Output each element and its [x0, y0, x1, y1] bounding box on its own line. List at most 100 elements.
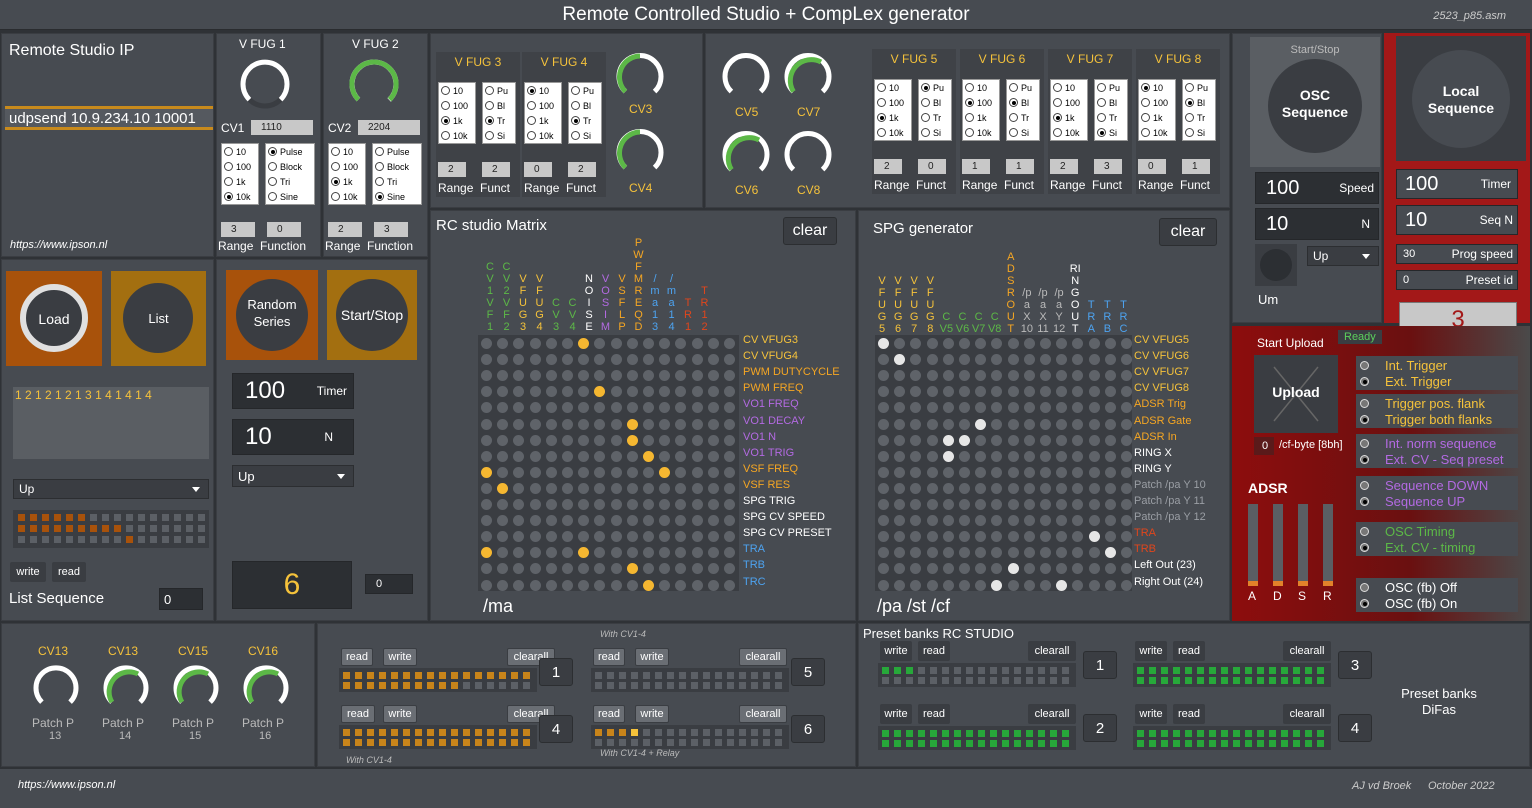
- matrix-node[interactable]: [1007, 531, 1019, 543]
- matrix-node[interactable]: [707, 466, 719, 478]
- preset-cell[interactable]: [1245, 740, 1252, 747]
- matrix-node[interactable]: [926, 354, 938, 366]
- osc-n-box[interactable]: 10 N: [1255, 208, 1379, 240]
- upload-option[interactable]: Ext. CV - Seq preset: [1360, 452, 1504, 467]
- matrix-node[interactable]: [675, 418, 687, 430]
- preset-cell[interactable]: [894, 730, 901, 737]
- bank-cell[interactable]: [451, 729, 458, 736]
- radio-dot[interactable]: [1097, 83, 1106, 92]
- fug-range-box[interactable]: 0: [1138, 159, 1166, 174]
- matrix-node[interactable]: [724, 370, 735, 382]
- bank-cell[interactable]: [619, 672, 626, 679]
- matrix-node[interactable]: [878, 386, 889, 398]
- udpsend-box[interactable]: udpsend 10.9.234.10 10001: [5, 106, 213, 130]
- radio-dot[interactable]: [1141, 128, 1150, 137]
- matrix-node[interactable]: [513, 563, 525, 575]
- preset-cell[interactable]: [1002, 730, 1009, 737]
- radio-dot[interactable]: [1185, 98, 1194, 107]
- preset-cell[interactable]: [1293, 677, 1300, 684]
- matrix-node[interactable]: [894, 531, 906, 543]
- matrix-node[interactable]: [1088, 450, 1100, 462]
- matrix-node[interactable]: [959, 418, 970, 430]
- matrix-node[interactable]: [594, 466, 606, 478]
- radio-dot[interactable]: [441, 116, 450, 125]
- bank-cell[interactable]: [595, 682, 602, 689]
- matrix-node[interactable]: [513, 466, 525, 478]
- matrix-node[interactable]: [878, 450, 889, 462]
- bank-cell[interactable]: [427, 729, 434, 736]
- step-cell[interactable]: [66, 536, 73, 543]
- step-cell[interactable]: [102, 514, 109, 521]
- matrix-node[interactable]: [878, 563, 889, 575]
- radio-dot[interactable]: [268, 147, 277, 156]
- bank-cell[interactable]: [631, 739, 638, 746]
- matrix-node[interactable]: [959, 515, 970, 527]
- step-cell[interactable]: [198, 525, 205, 532]
- preset-cell[interactable]: [1233, 677, 1240, 684]
- preset-cell[interactable]: [1257, 730, 1264, 737]
- preset-cell[interactable]: [918, 667, 925, 674]
- matrix-node[interactable]: [675, 563, 687, 575]
- radio-dot[interactable]: [1053, 83, 1062, 92]
- matrix-node[interactable]: [691, 482, 703, 494]
- radio-dot[interactable]: [921, 113, 930, 122]
- step-cell[interactable]: [186, 525, 193, 532]
- step-cell[interactable]: [66, 525, 73, 532]
- matrix-node[interactable]: [942, 450, 954, 462]
- bank-cell[interactable]: [343, 682, 350, 689]
- matrix-node[interactable]: [626, 338, 638, 349]
- preset-cell[interactable]: [1173, 730, 1180, 737]
- bank-cell[interactable]: [715, 672, 722, 679]
- matrix-node[interactable]: [545, 499, 557, 510]
- matrix-node[interactable]: [481, 418, 492, 430]
- matrix-node[interactable]: [513, 579, 525, 591]
- matrix-node[interactable]: [659, 450, 671, 462]
- matrix-node[interactable]: [926, 434, 938, 446]
- matrix-node[interactable]: [562, 466, 573, 478]
- matrix-node[interactable]: [724, 434, 735, 446]
- bank-steps[interactable]: [591, 668, 789, 692]
- preset-cell[interactable]: [1062, 730, 1069, 737]
- step-cell[interactable]: [114, 525, 121, 532]
- matrix-node[interactable]: [1072, 418, 1084, 430]
- radio-option[interactable]: 10: [875, 80, 911, 95]
- matrix-node[interactable]: [975, 370, 987, 382]
- matrix-node[interactable]: [1104, 499, 1116, 510]
- read-button[interactable]: read: [593, 705, 625, 723]
- preset-cell[interactable]: [882, 667, 889, 674]
- fader-handle[interactable]: [1298, 581, 1308, 586]
- matrix-node[interactable]: [594, 579, 606, 591]
- preset-cell[interactable]: [1293, 740, 1300, 747]
- fug2-func-radio[interactable]: Pulse Block Tri Sine: [372, 143, 422, 205]
- radio-option[interactable]: Bl: [569, 98, 601, 113]
- matrix-node[interactable]: [1056, 450, 1068, 462]
- radio-option[interactable]: 10: [222, 144, 258, 159]
- matrix-node[interactable]: [1088, 338, 1100, 349]
- bank-cell[interactable]: [379, 672, 386, 679]
- bank-number[interactable]: 4: [539, 715, 573, 743]
- radio-dot[interactable]: [1360, 599, 1369, 608]
- matrix-node[interactable]: [1023, 434, 1035, 446]
- matrix-node[interactable]: [578, 354, 590, 366]
- bank-cell[interactable]: [703, 729, 710, 736]
- footer-url[interactable]: https://www.ipson.nl: [18, 779, 115, 791]
- matrix-node[interactable]: [1056, 386, 1068, 398]
- matrix-node[interactable]: [643, 563, 654, 575]
- bank-cell[interactable]: [379, 729, 386, 736]
- matrix-node[interactable]: [1088, 354, 1100, 366]
- matrix-node[interactable]: [910, 563, 922, 575]
- step-cell[interactable]: [42, 514, 49, 521]
- radio-option[interactable]: Bl: [1183, 95, 1215, 110]
- matrix-node[interactable]: [1121, 434, 1132, 446]
- bank-cell[interactable]: [343, 739, 350, 746]
- bank-cell[interactable]: [655, 739, 662, 746]
- matrix-node[interactable]: [626, 563, 638, 575]
- bank-cell[interactable]: [415, 739, 422, 746]
- preset-cell[interactable]: [1014, 740, 1021, 747]
- local-preset-box[interactable]: 0 Preset id: [1396, 270, 1518, 290]
- matrix-node[interactable]: [659, 354, 671, 366]
- preset-steps[interactable]: [1133, 663, 1331, 687]
- preset-cell[interactable]: [1038, 730, 1045, 737]
- matrix-node[interactable]: [1121, 418, 1132, 430]
- matrix-node[interactable]: [959, 354, 970, 366]
